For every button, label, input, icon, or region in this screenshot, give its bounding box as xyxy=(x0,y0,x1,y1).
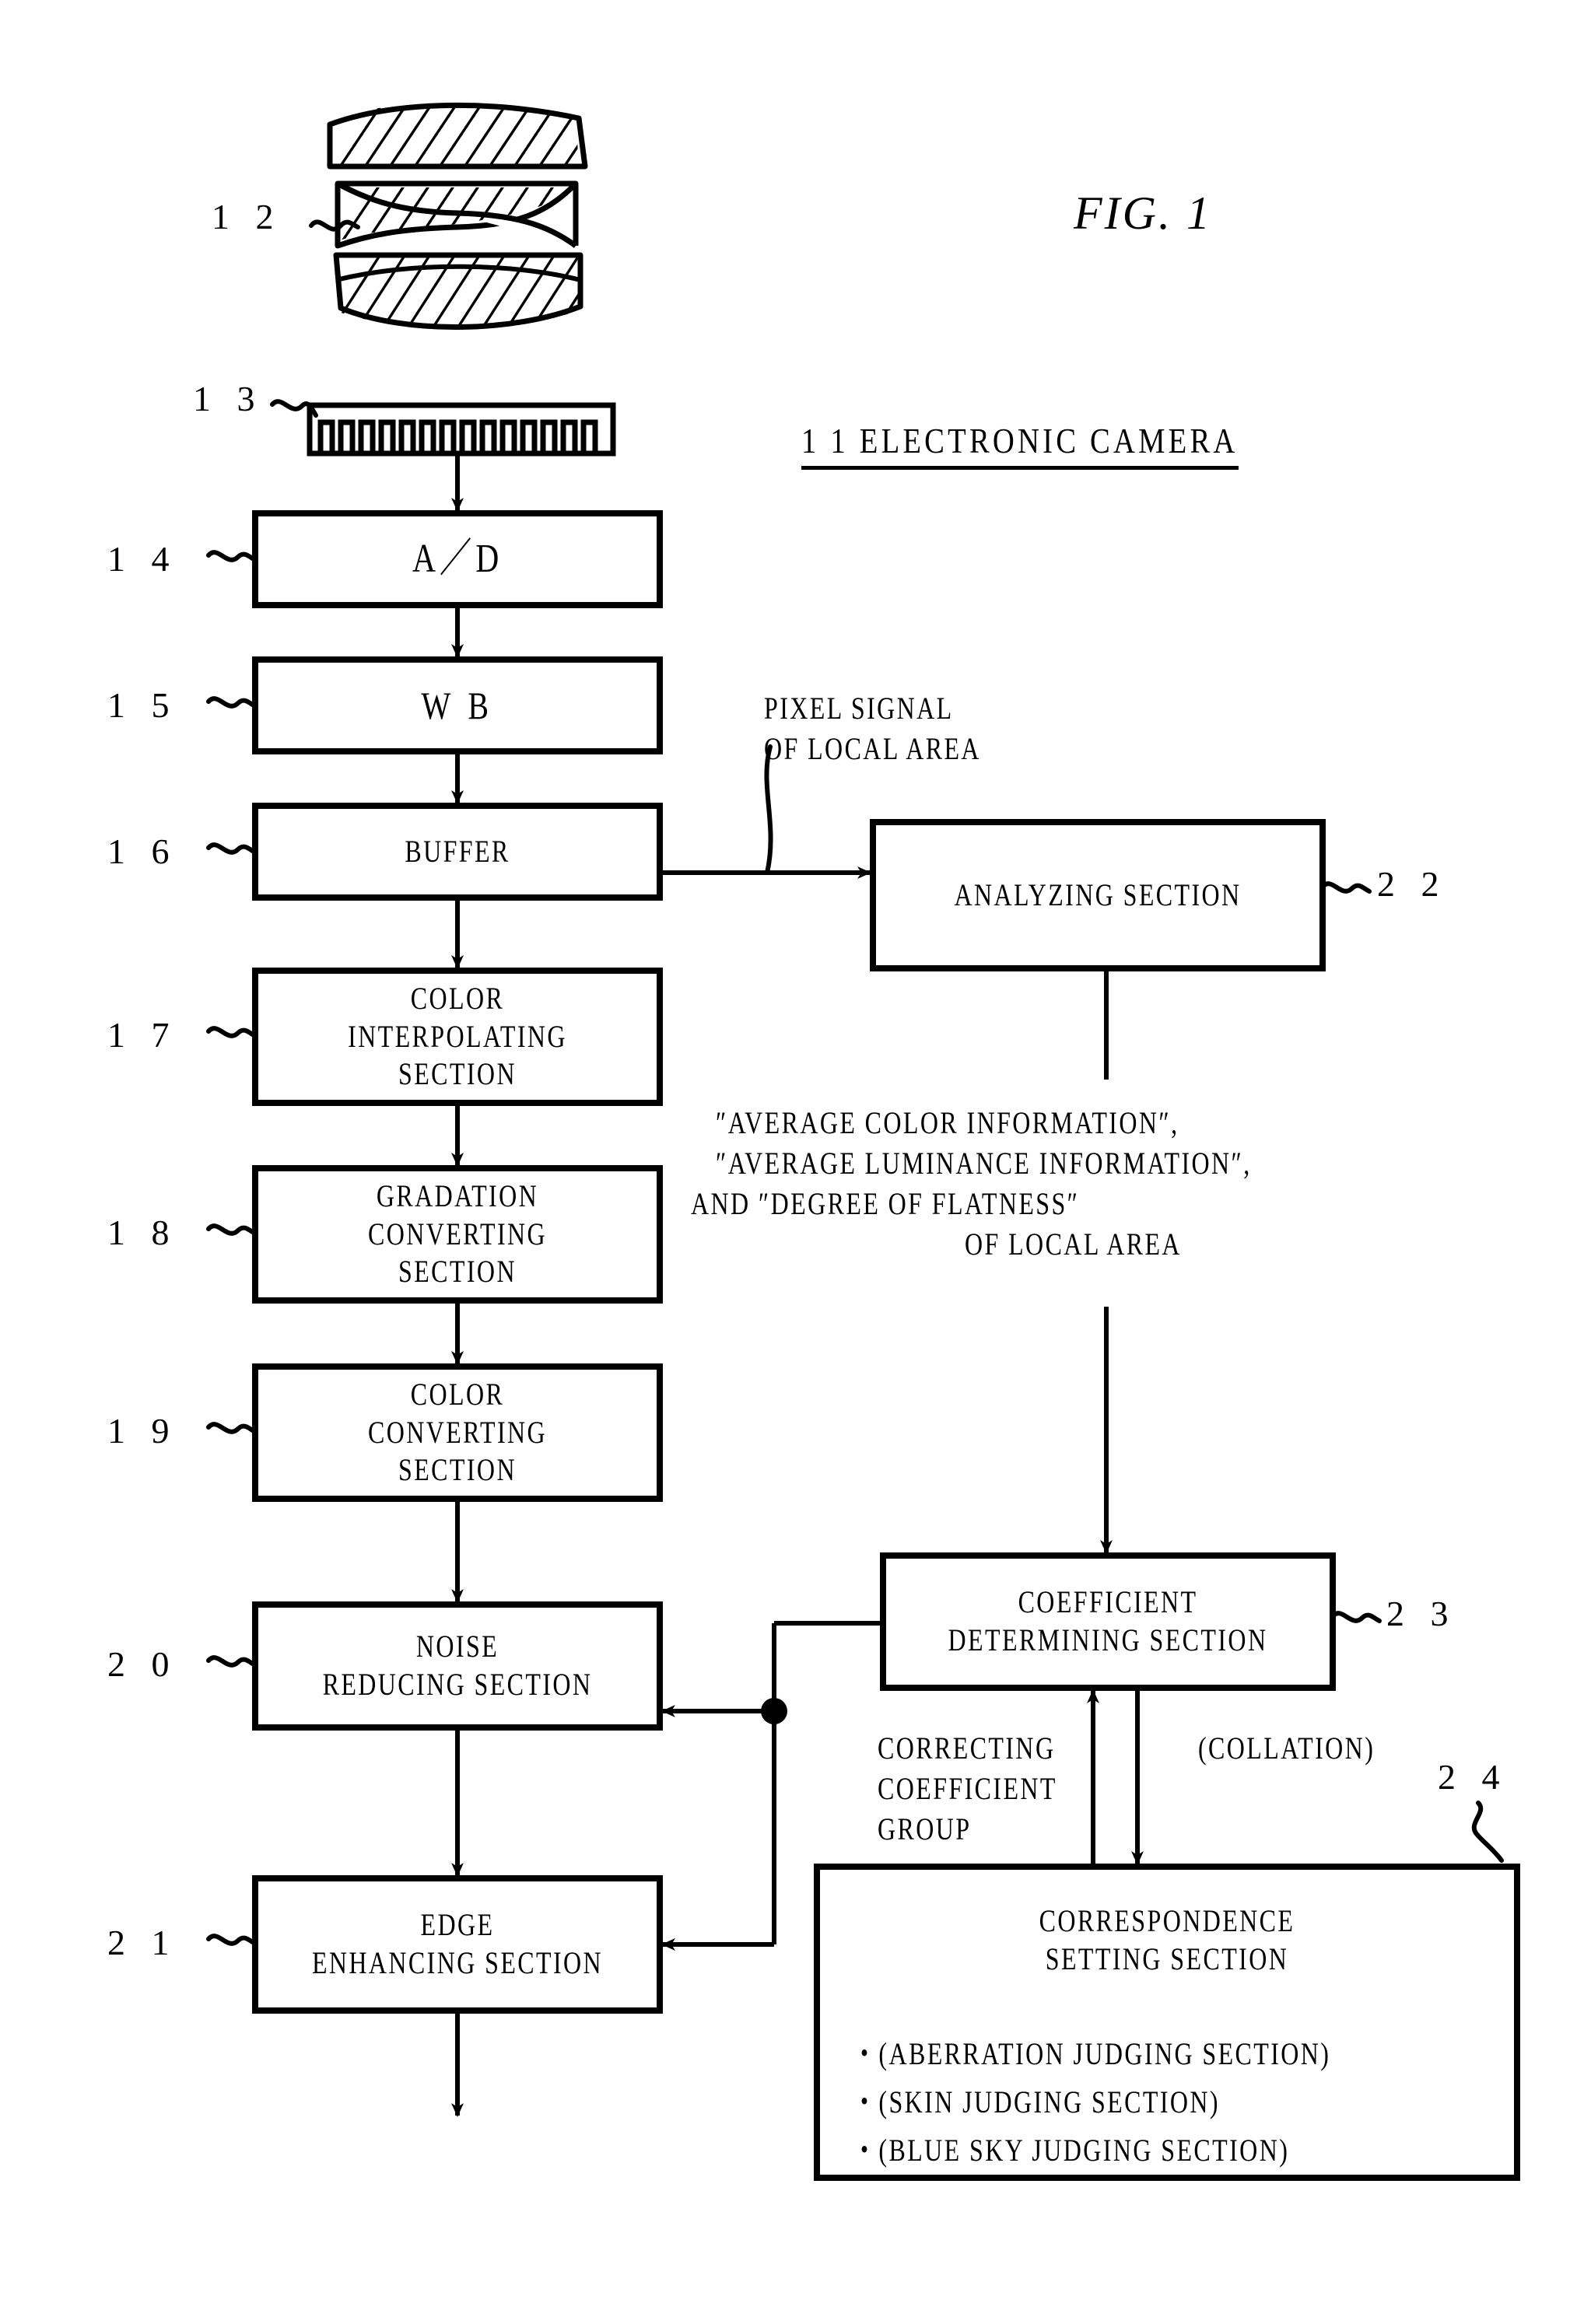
leader-squiggle-12 xyxy=(309,219,360,232)
ref-12: 1 2 xyxy=(212,197,282,236)
ref-24: 2 4 xyxy=(1438,1757,1509,1797)
correspondence-bullet-3: ・(BLUE SKY JUDGING SECTION) xyxy=(852,2133,1290,2168)
label-analyzing-section: ANALYZING SECTION xyxy=(918,822,1277,968)
label-nr-line1: NOISE xyxy=(415,1629,499,1664)
label-ci-line1: COLOR xyxy=(410,980,505,1016)
ref-22: 2 2 xyxy=(1377,864,1448,904)
lens-element-middle xyxy=(335,180,579,249)
ref-21: 2 1 xyxy=(107,1923,178,1962)
patent-figure-canvas: FIG. 1 1 1 ELECTRONIC CAMERA 1 2 1 3 1 4… xyxy=(0,0,1591,2324)
label-coefficient-determining: COEFFICIENT DETERMINING SECTION xyxy=(928,1556,1288,1688)
label-ci-line2: INTERPOLATING xyxy=(348,1018,567,1054)
label-gc-line2: CONVERTING xyxy=(367,1216,548,1251)
label-ee-line1: EDGE xyxy=(420,1907,495,1943)
annotation-degree-of-flatness: AND ″DEGREE OF FLATNESS″ xyxy=(691,1186,1080,1221)
ref-18: 1 8 xyxy=(107,1213,178,1252)
label-gradation-converting: GRADATION CONVERTING SECTION xyxy=(296,1168,619,1300)
label-nr-line2: REDUCING SECTION xyxy=(322,1667,593,1702)
correspondence-bullet-1: ・(ABERRATION JUDGING SECTION) xyxy=(852,2036,1331,2071)
ref-14: 1 4 xyxy=(107,539,178,579)
label-cc-line1: COLOR xyxy=(410,1376,505,1412)
label-cc-line3: SECTION xyxy=(398,1452,517,1488)
annotation-average-color: ″AVERAGE COLOR INFORMATION″, xyxy=(716,1105,1179,1140)
annotation-collation: (COLLATION) xyxy=(1198,1731,1375,1766)
ref-16: 1 6 xyxy=(107,831,178,871)
annotation-pixel-signal: PIXEL SIGNAL OF LOCAL AREA xyxy=(764,691,981,766)
label-gc-line3: SECTION xyxy=(398,1254,517,1290)
label-ad-line1: A／D xyxy=(412,537,503,582)
correspondence-bullet-2: ・(SKIN JUDGING SECTION) xyxy=(852,2084,1220,2119)
figure-title: FIG. 1 xyxy=(1074,187,1212,239)
leader-squiggle-13 xyxy=(270,399,318,418)
label-ad: A／D xyxy=(296,513,619,605)
system-label: 1 1 ELECTRONIC CAMERA xyxy=(801,420,1239,470)
lens-group xyxy=(309,102,588,330)
label-cc-line2: CONVERTING xyxy=(367,1414,548,1450)
image-sensor-13 xyxy=(270,399,616,457)
label-noise-reducing: NOISE REDUCING SECTION xyxy=(296,1605,619,1727)
label-cs-line1: CORRESPONDENCE xyxy=(1039,1903,1295,1939)
coefficient-correspondence-links xyxy=(1087,1688,1144,1867)
label-as-line1: ANALYZING SECTION xyxy=(954,877,1242,912)
label-gc-line1: GRADATION xyxy=(376,1178,539,1213)
ref-19: 1 9 xyxy=(107,1411,178,1451)
annotation-correcting-coefficient-group: CORRECTING COEFFICIENT GROUP xyxy=(878,1731,1057,1846)
ref-17: 1 7 xyxy=(107,1015,178,1055)
label-buffer: BUFFER xyxy=(296,806,619,898)
lens-element-bottom xyxy=(333,252,583,330)
label-ee-line2: ENHANCING SECTION xyxy=(311,1945,604,1980)
junction-dot xyxy=(761,1698,787,1724)
lens-element-top xyxy=(325,102,588,170)
label-color-interpolating: COLOR INTERPOLATING SECTION xyxy=(296,971,619,1103)
label-ci-line3: SECTION xyxy=(398,1056,517,1092)
label-cd-line1: COEFFICIENT xyxy=(1018,1584,1198,1620)
ref-15: 1 5 xyxy=(107,685,178,725)
label-color-converting: COLOR CONVERTING SECTION xyxy=(296,1367,619,1499)
annotation-average-luminance: ″AVERAGE LUMINANCE INFORMATION″, xyxy=(716,1146,1252,1181)
ref-20: 2 0 xyxy=(107,1644,178,1684)
label-buffer-line1: BUFFER xyxy=(405,833,510,869)
ref-23: 2 3 xyxy=(1386,1594,1457,1633)
label-wb: W B xyxy=(296,660,619,751)
label-cd-line2: DETERMINING SECTION xyxy=(948,1622,1268,1657)
ref-13: 1 3 xyxy=(193,379,264,418)
annotation-of-local-area: OF LOCAL AREA xyxy=(965,1227,1182,1262)
label-wb-line1: W B xyxy=(421,683,494,727)
label-edge-enhancing: EDGE ENHANCING SECTION xyxy=(296,1878,619,2011)
coefficient-feedback-bus xyxy=(661,1621,883,1951)
label-correspondence-setting: CORRESPONDENCE SETTING SECTION xyxy=(887,1890,1447,1991)
label-cs-line2: SETTING SECTION xyxy=(1045,1941,1289,1976)
